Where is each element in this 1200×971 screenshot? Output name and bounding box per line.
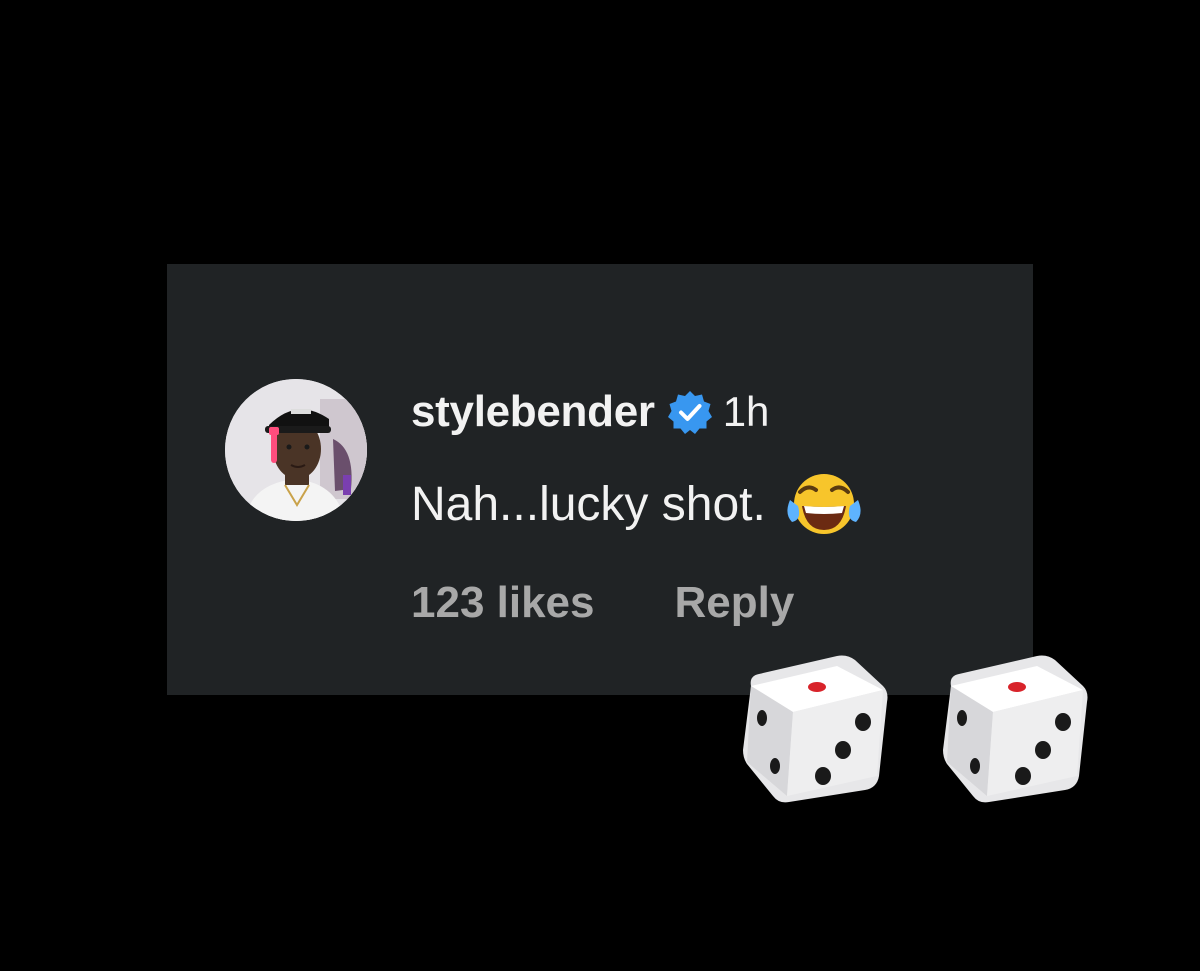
face-with-tears-of-joy-icon — [784, 468, 864, 540]
game-die-icon — [737, 646, 897, 806]
reply-button[interactable]: Reply — [675, 578, 795, 628]
screenshot-stage: stylebender 1h Nah...lucky shot. 123 lik… — [0, 0, 1200, 971]
username[interactable]: stylebender — [411, 387, 655, 437]
avatar-photo — [225, 379, 367, 521]
game-die-icon — [937, 646, 1097, 806]
comment-actions: 123 likes Reply — [411, 578, 794, 628]
comment-header: stylebender 1h — [411, 382, 769, 442]
comment-text: Nah...lucky shot. — [411, 477, 766, 531]
verified-badge-icon — [667, 389, 713, 435]
comment-body: Nah...lucky shot. — [411, 468, 864, 540]
timestamp: 1h — [722, 388, 770, 435]
likes-count[interactable]: 123 likes — [411, 578, 595, 628]
avatar[interactable] — [225, 379, 367, 521]
